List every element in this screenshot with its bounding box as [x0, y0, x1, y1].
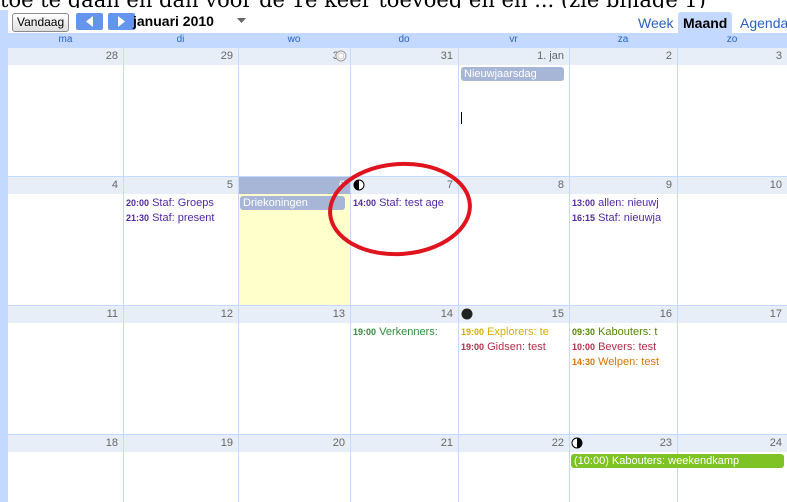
next-month-button[interactable]	[108, 13, 135, 30]
day-number-cell[interactable]: 12	[124, 306, 238, 323]
event-chip[interactable]: 14:30 Welpen: test	[572, 355, 676, 369]
month-grid: madiwodovrzazo282930311. jan234567891011…	[8, 33, 787, 502]
day-number-cell[interactable]: 23	[570, 435, 677, 452]
day-number-cell[interactable]: 1. jan	[459, 48, 569, 65]
cropped-text-above: toe te gaan en dan voor de 1e keer toevo…	[0, 0, 787, 8]
day-number-cell[interactable]: 31	[351, 48, 458, 65]
day-number-cell[interactable]: 2	[570, 48, 677, 65]
weekday-header-0: ma	[8, 33, 123, 47]
day-number-cell[interactable]: 15	[459, 306, 569, 323]
month-title[interactable]: januari 2010	[133, 11, 214, 31]
day-number-cell[interactable]: 22	[459, 435, 569, 452]
event-title: Gidsen: test	[487, 341, 546, 353]
prev-month-button[interactable]	[76, 13, 103, 30]
today-button[interactable]: Vandaag	[12, 13, 70, 32]
event-title: allen: nieuwj	[598, 197, 659, 209]
event-title: Staf: Groeps	[152, 197, 214, 209]
text-cursor	[461, 112, 462, 124]
day-number-cell[interactable]: 29	[124, 48, 238, 65]
event-time: 16:15	[572, 213, 596, 223]
day-number-cell[interactable]: 30	[239, 48, 350, 65]
event-chip[interactable]: 19:00 Gidsen: test	[461, 340, 568, 354]
event-title: Staf: present	[152, 212, 215, 224]
column-divider	[238, 47, 239, 502]
chevron-right-icon	[118, 16, 125, 27]
event-chip[interactable]: 13:00 allen: nieuwj	[572, 196, 676, 210]
event-time: 20:00	[126, 198, 150, 208]
tab-month[interactable]: Maand	[678, 12, 733, 34]
day-number-cell[interactable]: 24	[678, 435, 787, 452]
column-divider	[677, 47, 678, 502]
left-sidebar-edge	[0, 10, 8, 502]
event-title: Welpen: test	[598, 356, 660, 368]
weekday-header-2: wo	[238, 33, 350, 47]
event-title: Bevers: test	[598, 341, 657, 353]
calendar-toolbar: Vandaag januari 2010 Week Maand Agenda	[8, 10, 787, 34]
event-chip[interactable]: 10:00 Bevers: test	[572, 340, 676, 354]
chevron-left-icon	[86, 16, 93, 27]
day-number-cell[interactable]: 8	[459, 177, 569, 194]
day-number-cell[interactable]: 18	[9, 435, 123, 452]
event-chip[interactable]: 21:30 Staf: present	[126, 211, 237, 225]
event-time: 14:30	[572, 357, 596, 367]
weekday-header-1: di	[123, 33, 238, 47]
event-time: 10:00	[572, 342, 596, 352]
event-chip[interactable]: 16:15 Staf: nieuwja	[572, 211, 676, 225]
event-time: 19:00	[461, 327, 485, 337]
event-time: 13:00	[572, 198, 596, 208]
event-title: Verkenners:	[379, 326, 438, 338]
day-number-cell[interactable]: 13	[239, 306, 350, 323]
column-divider	[458, 47, 459, 502]
chevron-down-icon[interactable]	[237, 18, 246, 24]
event-title: Staf: nieuwja	[598, 212, 662, 224]
day-number-cell[interactable]: 21	[351, 435, 458, 452]
full-moon-icon	[335, 50, 347, 62]
day-number-cell[interactable]: 10	[678, 177, 787, 194]
tab-agenda[interactable]: Agenda	[737, 12, 787, 34]
event-time: 19:00	[353, 327, 377, 337]
event-bar-holiday[interactable]: Nieuwjaarsdag	[461, 67, 564, 81]
day-number-cell[interactable]: 20	[239, 435, 350, 452]
event-title: Explorers: te	[487, 326, 549, 338]
event-chip[interactable]: 20:00 Staf: Groeps	[126, 196, 237, 210]
day-number-cell[interactable]: 19	[124, 435, 238, 452]
annotation-red-circle	[328, 161, 472, 257]
event-chip[interactable]: 19:00 Explorers: te	[461, 325, 568, 339]
day-number-cell[interactable]: 17	[678, 306, 787, 323]
column-divider	[350, 47, 351, 502]
day-number-cell[interactable]: 9	[570, 177, 677, 194]
event-chip[interactable]: 09:30 Kabouters: t	[572, 325, 676, 339]
new-moon-icon	[461, 308, 473, 320]
day-number-cell[interactable]: 16	[570, 306, 677, 323]
event-time: 19:00	[461, 342, 485, 352]
tab-week[interactable]: Week	[634, 12, 678, 34]
column-divider	[569, 47, 570, 502]
day-number-cell[interactable]: 28	[9, 48, 123, 65]
day-number-cell[interactable]: 5	[124, 177, 238, 194]
column-divider	[123, 47, 124, 502]
weekday-header-4: vr	[458, 33, 569, 47]
event-bar-weekendkamp[interactable]: (10:00) Kabouters: weekendkamp	[571, 454, 784, 468]
day-number-cell[interactable]: 14	[351, 306, 458, 323]
weekday-header-3: do	[350, 33, 458, 47]
weekday-header-5: za	[569, 33, 677, 47]
last-quarter-moon-icon	[571, 437, 583, 449]
event-chip[interactable]: 19:00 Verkenners:	[353, 325, 457, 339]
day-number-cell[interactable]: 11	[9, 306, 123, 323]
weekday-header-6: zo	[677, 33, 787, 47]
day-number-cell[interactable]: 3	[678, 48, 787, 65]
event-time: 21:30	[126, 213, 150, 223]
event-time: 09:30	[572, 327, 596, 337]
day-number-cell[interactable]: 4	[9, 177, 123, 194]
event-title: Kabouters: t	[598, 326, 658, 338]
